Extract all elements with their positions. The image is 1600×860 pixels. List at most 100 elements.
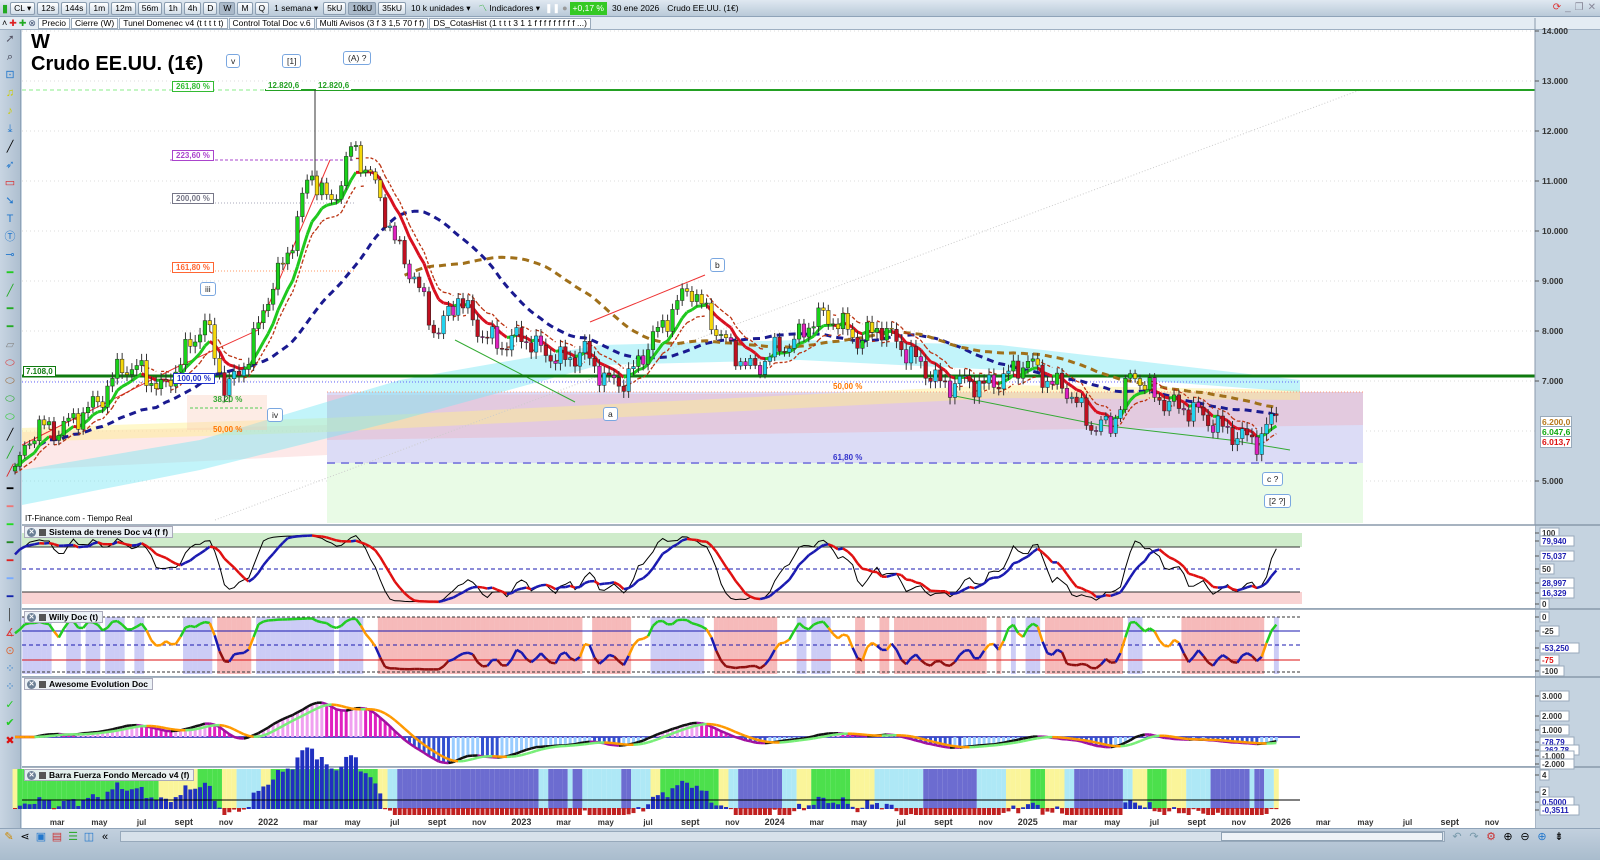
wave-label[interactable]: b bbox=[710, 258, 725, 272]
close-indicator-icon[interactable]: ✕ bbox=[27, 612, 36, 622]
slow-train-segment bbox=[477, 585, 483, 589]
time-tick-label: jul bbox=[1149, 818, 1159, 827]
awesome-signal-segment bbox=[589, 741, 595, 745]
candle-body bbox=[100, 401, 105, 408]
candle-body bbox=[129, 369, 134, 375]
pencil-icon[interactable]: ✎ bbox=[2, 831, 16, 844]
time-tick-label: may bbox=[1357, 818, 1374, 827]
scrollbar-thumb[interactable] bbox=[1221, 832, 1443, 841]
fast-average-segment bbox=[1076, 388, 1083, 393]
market-strength-bg bbox=[723, 769, 729, 809]
candle-body bbox=[816, 307, 821, 327]
candle-body bbox=[845, 313, 850, 330]
interval-label: W bbox=[31, 31, 50, 53]
undo-icon[interactable]: ↶ bbox=[1450, 831, 1464, 844]
market-strength-bg bbox=[908, 769, 914, 809]
wave-label[interactable]: iii bbox=[200, 282, 216, 296]
awesome-signal-segment bbox=[126, 726, 133, 730]
time-tick-label: sept bbox=[1187, 817, 1206, 827]
wave-label[interactable]: [2 ?] bbox=[1264, 494, 1291, 508]
zoom-in-icon[interactable]: ⊕ bbox=[1535, 831, 1549, 844]
willy-line-segment bbox=[112, 619, 118, 623]
wave-label[interactable]: (A) ? bbox=[343, 51, 372, 65]
wave-label[interactable]: c ? bbox=[1262, 472, 1284, 486]
market-strength-bar bbox=[1025, 804, 1030, 809]
slow-train-segment bbox=[48, 541, 55, 546]
market-strength-bar bbox=[42, 800, 47, 809]
slow-train-segment bbox=[516, 587, 522, 592]
market-strength-bar bbox=[115, 782, 120, 809]
candle-body bbox=[183, 339, 188, 366]
template-icon[interactable]: ▤ bbox=[50, 831, 64, 844]
time-scrollbar[interactable] bbox=[120, 831, 1445, 842]
price-tick-label: 12.000 bbox=[1542, 126, 1568, 136]
market-strength-bg bbox=[426, 769, 432, 809]
market-strength-bar bbox=[251, 792, 256, 809]
chat-icon[interactable]: ▣ bbox=[34, 831, 48, 844]
market-strength-bg bbox=[519, 769, 524, 809]
zoom-out-icon[interactable]: ⊖ bbox=[1518, 831, 1532, 844]
market-strength-bar bbox=[266, 784, 271, 809]
wave-label[interactable]: a bbox=[603, 407, 618, 421]
market-strength-bg bbox=[1249, 769, 1255, 809]
zoom-fit-icon[interactable]: ⊕ bbox=[1501, 831, 1515, 844]
market-strength-bg bbox=[465, 769, 471, 809]
wave-label[interactable]: v bbox=[226, 54, 241, 68]
candle-body bbox=[1240, 428, 1245, 439]
awesome-line-segment bbox=[940, 744, 946, 749]
close-indicator-icon[interactable]: ✕ bbox=[27, 770, 36, 780]
level-label: 12.820,6 bbox=[266, 81, 302, 90]
candle-body bbox=[271, 288, 276, 305]
awesome-line-segment bbox=[910, 737, 917, 742]
candle-body bbox=[1220, 415, 1225, 427]
market-strength-bg bbox=[967, 769, 972, 809]
candle-body bbox=[558, 346, 563, 364]
market-strength-bg bbox=[762, 769, 768, 809]
candle-body bbox=[1215, 415, 1220, 433]
candle-body bbox=[1142, 385, 1147, 391]
level-label: 12.820,6 bbox=[316, 81, 352, 90]
close-indicator-icon[interactable]: ✕ bbox=[27, 679, 36, 689]
candle-body bbox=[670, 309, 675, 332]
slow-train-segment bbox=[97, 541, 104, 546]
market-strength-bg bbox=[1098, 769, 1104, 809]
awesome-signal-segment bbox=[1173, 735, 1180, 740]
redo-icon[interactable]: ↷ bbox=[1467, 831, 1481, 844]
market-strength-bg bbox=[499, 769, 505, 809]
fast-average-segment bbox=[97, 409, 103, 414]
candle-body bbox=[826, 310, 831, 325]
candle-body bbox=[178, 364, 183, 373]
slow-train-segment bbox=[443, 597, 449, 602]
awesome-signal-segment bbox=[340, 704, 347, 709]
slow-train-segment bbox=[686, 537, 693, 541]
awesome-line-segment bbox=[672, 726, 678, 731]
slow-train-segment bbox=[360, 541, 367, 546]
slow-train-segment bbox=[681, 537, 688, 542]
panel-tick-label: 75,037 bbox=[1542, 552, 1567, 561]
candle-body bbox=[17, 455, 22, 467]
windows-icon[interactable]: ◫ bbox=[82, 831, 96, 844]
market-strength-bg bbox=[850, 769, 856, 809]
candle-body bbox=[90, 396, 95, 408]
market-strength-bar bbox=[159, 797, 164, 809]
awesome-signal-segment bbox=[1154, 734, 1160, 738]
market-strength-bg bbox=[548, 769, 554, 809]
share-icon[interactable]: ⋖ bbox=[18, 831, 32, 844]
candle-body bbox=[782, 351, 787, 353]
candle-body bbox=[758, 365, 763, 375]
wave-label[interactable]: [1] bbox=[282, 54, 302, 68]
close-indicator-icon[interactable]: ✕ bbox=[27, 527, 36, 537]
wave-label[interactable]: iv bbox=[267, 408, 284, 422]
scale-icon[interactable]: ⇟ bbox=[1552, 831, 1566, 844]
scroll-left-all-icon[interactable]: « bbox=[98, 831, 112, 844]
market-strength-bg bbox=[1161, 769, 1167, 809]
market-strength-bar bbox=[178, 795, 183, 809]
layers-icon[interactable]: ☰ bbox=[66, 831, 80, 844]
indicator-panel-bg bbox=[22, 677, 1535, 766]
awesome-signal-segment bbox=[808, 737, 814, 741]
candle-body bbox=[748, 358, 753, 366]
candle-body bbox=[689, 291, 694, 302]
awesome-signal-segment bbox=[170, 727, 176, 731]
settings-icon[interactable]: ⚙ bbox=[1484, 831, 1498, 844]
market-strength-bg bbox=[1269, 769, 1274, 809]
